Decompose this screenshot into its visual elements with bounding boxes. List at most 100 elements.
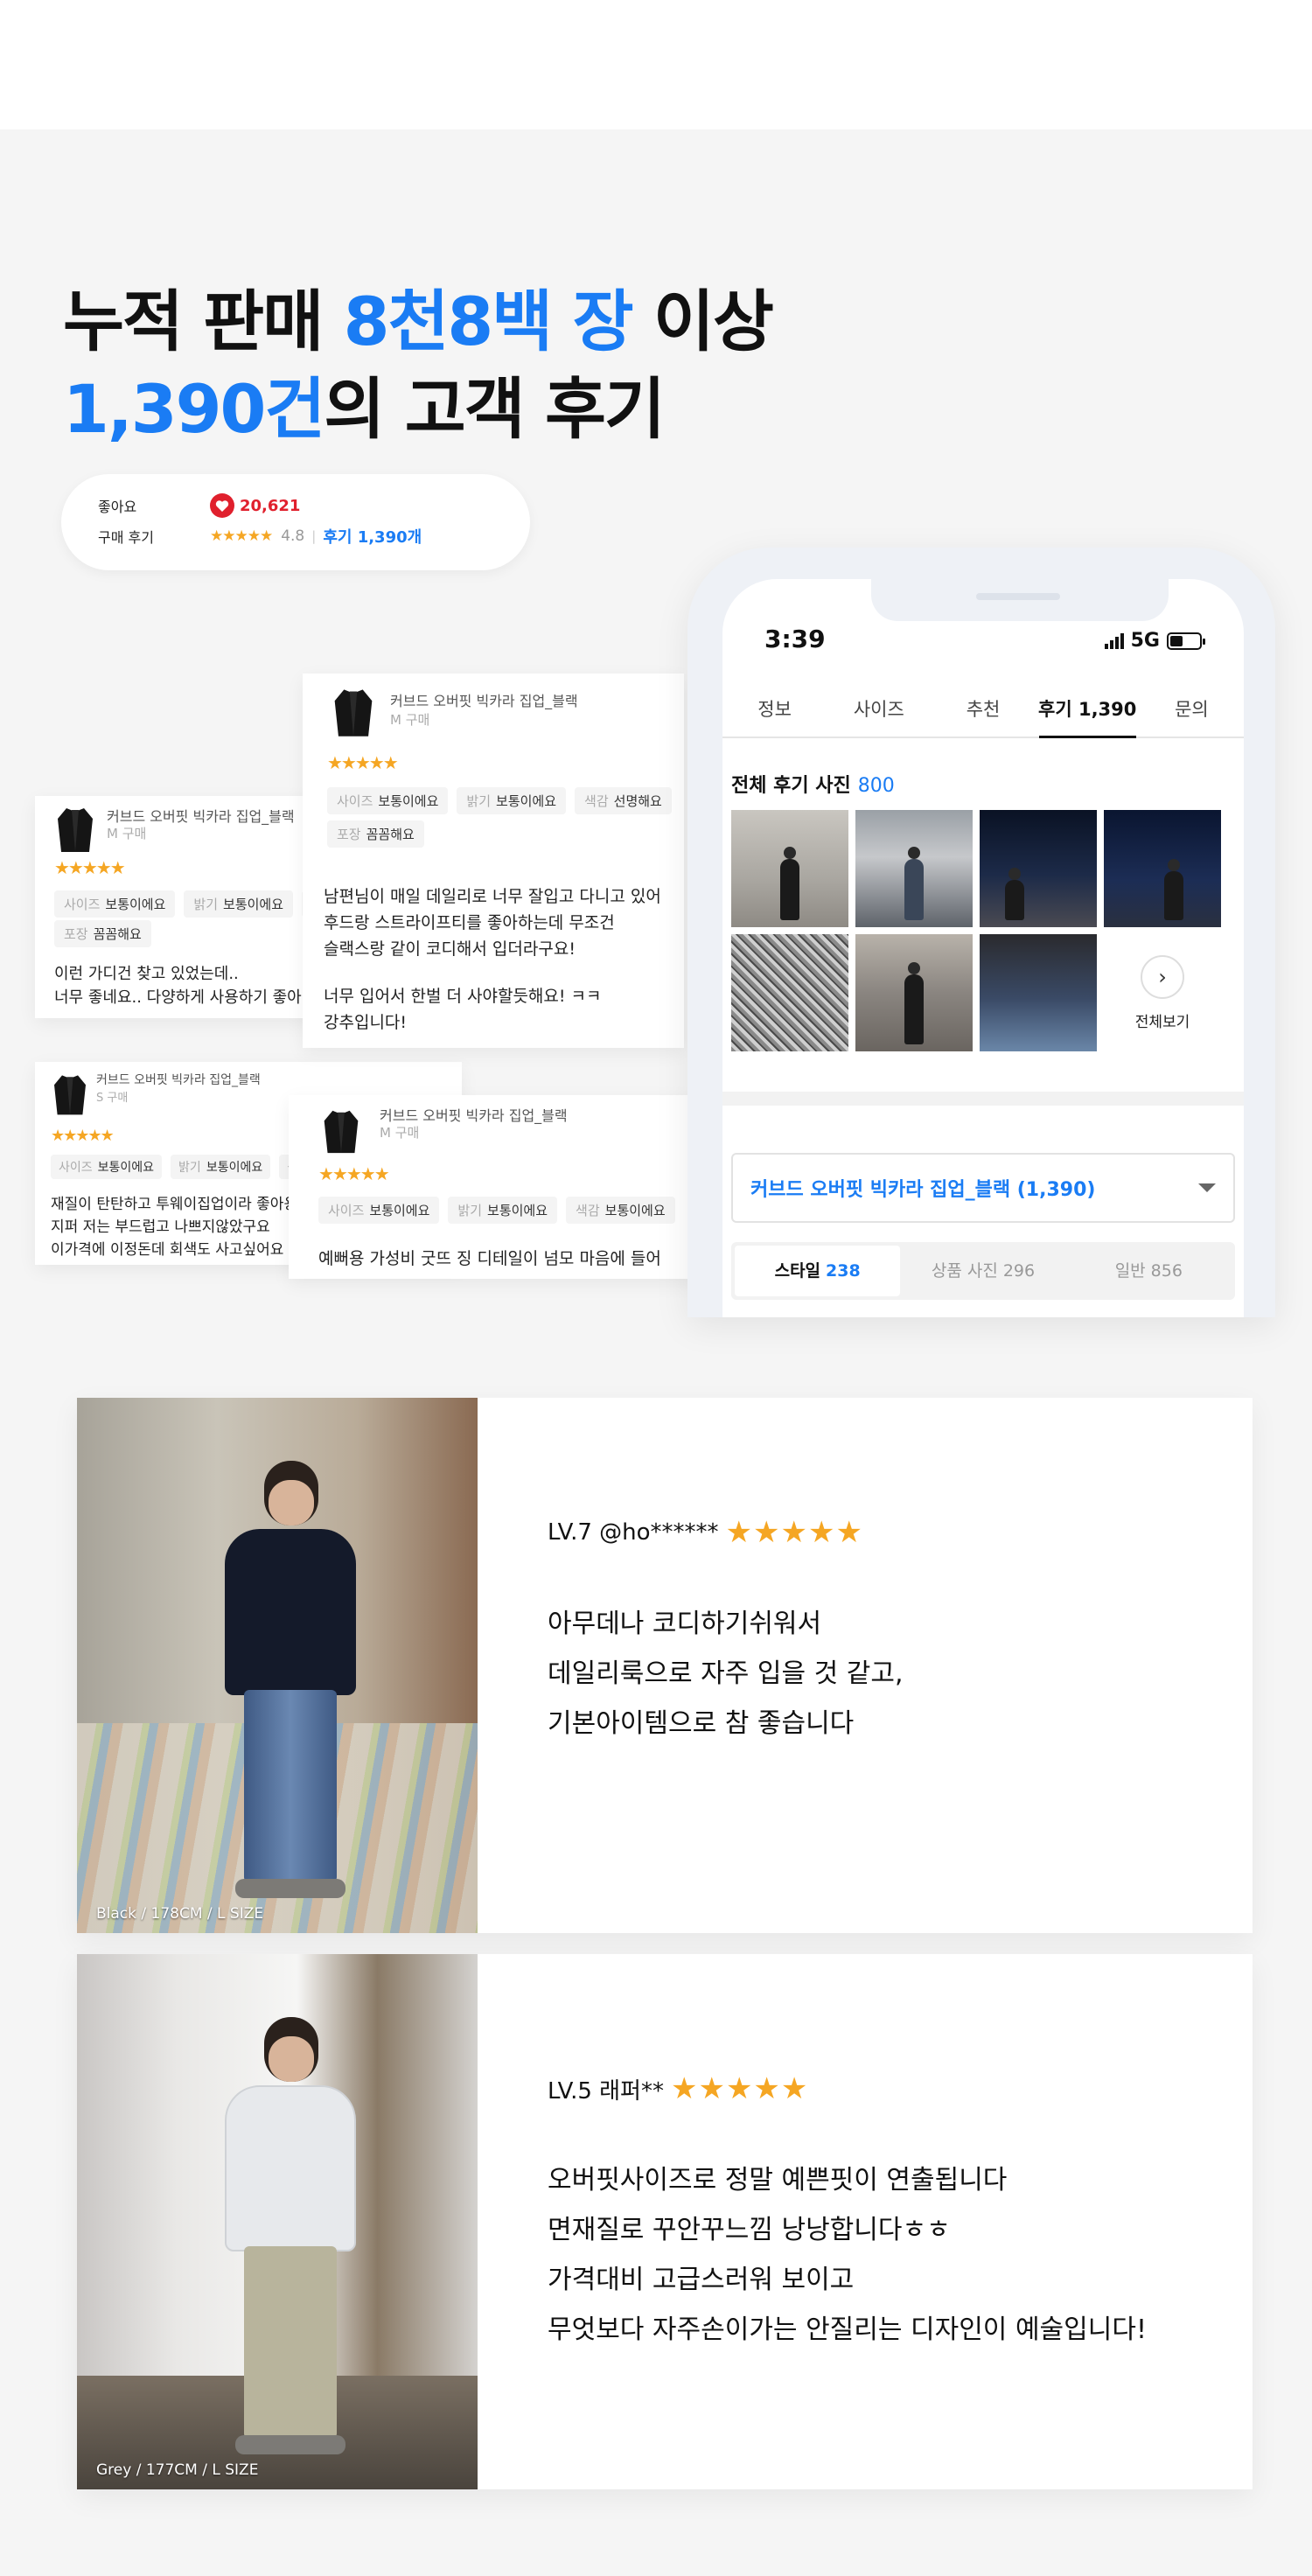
person-face [269, 1480, 314, 1525]
featured-review: Grey / 177CM / L SIZE LV.5 래퍼** ★★★★★ 오버… [77, 1954, 1253, 2489]
card-review-text: 남편님이 매일 데일리로 너무 잘입고 다니고 있어 후드랑 스트라이프티를 좋… [324, 883, 661, 1036]
tag: 사이즈 보통이에요 [54, 890, 176, 918]
card-review-line: 예뻐용 가성비 굿뜨 징 디테일이 넘모 마음에 들어 [318, 1249, 661, 1268]
person-jacket [225, 2085, 356, 2251]
review-line: 아무데나 코디하기쉬워서 [548, 1609, 822, 1639]
card-tags: 사이즈 보통이에요 밝기 보통이에요 색감 선명해요 [327, 787, 672, 814]
phone-mockup: 3:39 5G 정보 사이즈 추천 후기 1,390 문의 전체 후기 사진 80… [687, 548, 1275, 1317]
tag-value: 선명해요 [613, 793, 662, 809]
card-product-name: 커브드 오버핏 빅카라 집업_블랙 [390, 693, 578, 709]
card-product-name: 커브드 오버핏 빅카라 집업_블랙 [96, 1073, 261, 1087]
tab-inquiry[interactable]: 문의 [1140, 684, 1244, 736]
review-photo[interactable] [980, 810, 1097, 927]
tag-value: 보통이에요 [487, 1203, 548, 1218]
tag-key: 밝기 [466, 793, 492, 809]
tag-key: 밝기 [193, 897, 219, 912]
headline-text: 이상 [632, 283, 774, 360]
review-photo[interactable] [1104, 810, 1221, 927]
battery-icon [1167, 632, 1205, 650]
card-review-line: 이가격에 이정돈데 회색도 사고싶어요 [51, 1241, 284, 1259]
tab-reviews[interactable]: 후기 1,390 [1036, 684, 1140, 738]
card-variant: M 구매 [380, 1125, 420, 1141]
tab-info[interactable]: 정보 [722, 684, 827, 736]
heart-icon[interactable] [210, 493, 234, 518]
headline-text: 의 고객 후기 [324, 370, 666, 448]
tab-size[interactable]: 사이즈 [827, 684, 931, 736]
review-body: 오버핏사이즈로 정말 예쁜핏이 연출됩니다 면재질로 꾸안꾸느낌 낭낭합니다ㅎㅎ… [548, 2155, 1147, 2355]
review-line: 데일리룩으로 자주 입을 것 같고, [548, 1658, 904, 1689]
review-photo[interactable] [855, 810, 973, 927]
reviews-link[interactable]: 후기 1,390개 [323, 525, 422, 548]
card-tags: 포장 꼼꼼해요 [54, 920, 151, 947]
tag-key: 색감 [576, 1203, 600, 1218]
tag: 사이즈 보통이에요 [318, 1197, 440, 1224]
subtab-general[interactable]: 일반 856 [1066, 1246, 1232, 1296]
tag-value: 보통이에요 [496, 793, 557, 809]
tag: 밝기 보통이에요 [457, 787, 567, 814]
tag-value: 보통이에요 [604, 1203, 666, 1218]
review-photos-count: 800 [857, 775, 895, 797]
card-stars: ★★★★★ [327, 752, 399, 773]
review-photos-label: 전체 후기 사진 [731, 775, 851, 797]
card-review-spacer [324, 962, 661, 983]
section-divider [722, 1092, 1244, 1106]
rating-value: 4.8 [281, 527, 305, 545]
subtab-label: 상품 사진 [931, 1261, 998, 1281]
tag-key: 색감 [584, 793, 609, 809]
review-card: 커브드 오버핏 빅카라 집업_블랙 M 구매 ★★★★★ 사이즈 보통이에요 밝기… [303, 674, 684, 1048]
person-figure [1005, 868, 1025, 920]
jacket-thumbnail-icon [54, 803, 96, 855]
card-review-line: 슬랙스랑 같이 코디해서 입더라구요! [324, 939, 576, 959]
status-indicators: 5G [1104, 630, 1205, 652]
likes-count: 20,621 [240, 496, 301, 515]
review-photo[interactable] [731, 810, 848, 927]
card-review-line: 강추입니다! [324, 1013, 408, 1032]
review-photo[interactable] [855, 934, 973, 1051]
card-tags: 사이즈보통이에요 밝기보통이에요 색감 [51, 1155, 323, 1179]
card-stars: ★★★★★ [54, 857, 126, 878]
chevron-right-icon: › [1141, 954, 1184, 999]
person-figure [1164, 859, 1184, 920]
page-headline: 누적 판매 8천8백 장 이상 1,390건의 고객 후기 [63, 278, 774, 453]
rating-stars: ★★★★★ [210, 527, 273, 545]
headline-reviews-highlight: 1,390건 [63, 370, 325, 448]
card-review-line: 지퍼 저는 부드럽고 나쁘지않았구요 [51, 1218, 270, 1236]
photo-caption: Grey / 177CM / L SIZE [96, 2461, 259, 2479]
card-review-line: 남편님이 매일 데일리로 너무 잘입고 다니고 있어 [324, 887, 661, 906]
view-all-photos-button[interactable]: › 전체보기 [1104, 934, 1221, 1051]
person-jacket [225, 1529, 356, 1695]
tag: 밝기 보통이에요 [184, 890, 294, 918]
tab-recommend[interactable]: 추천 [931, 684, 1035, 736]
person-figure [780, 847, 799, 920]
person-figure [904, 847, 924, 920]
person-figure [225, 1461, 356, 1898]
review-line: 기본아이템으로 참 좋습니다 [548, 1708, 855, 1739]
tag-key: 사이즈 [59, 1161, 93, 1175]
jacket-thumbnail-icon [331, 684, 376, 740]
review-photo[interactable] [980, 934, 1097, 1051]
tag-value: 보통이에요 [223, 897, 284, 912]
subtab-product-photos[interactable]: 상품 사진 296 [900, 1246, 1065, 1296]
tag: 포장 꼼꼼해요 [327, 820, 424, 848]
card-stars: ★★★★★ [318, 1163, 390, 1184]
review-photo[interactable] [731, 934, 848, 1051]
card-variant: S 구매 [96, 1092, 129, 1105]
tag-value: 보통이에요 [369, 1203, 430, 1218]
tag: 밝기 보통이에요 [171, 1155, 271, 1179]
card-review-line: 재질이 탄탄하고 투웨이집업이라 좋아용 [51, 1196, 298, 1213]
subtab-count: 856 [1150, 1261, 1183, 1281]
signal-icon [1104, 632, 1124, 649]
jacket-thumbnail-icon [51, 1071, 89, 1118]
person-shoes [235, 2435, 345, 2454]
review-meta: LV.5 래퍼** ★★★★★ [548, 2071, 808, 2106]
card-product-name: 커브드 오버핏 빅카라 집업_블랙 [107, 808, 295, 825]
headline-text: 누적 판매 [63, 283, 344, 360]
product-select-dropdown[interactable]: 커브드 오버핏 빅카라 집업_블랙 (1,390) [731, 1153, 1235, 1223]
subtab-label: 스타일 [774, 1261, 821, 1281]
subtab-style[interactable]: 스타일 238 [735, 1246, 901, 1296]
review-line: 오버핏사이즈로 정말 예쁜핏이 연출됩니다 [548, 2165, 1008, 2196]
card-review-text: 재질이 탄탄하고 투웨이집업이라 좋아용 지퍼 저는 부드럽고 나쁘지않았구요 … [51, 1193, 297, 1261]
view-all-label: 전체보기 [1134, 1013, 1190, 1031]
status-time: 3:39 [764, 625, 826, 653]
tag-value: 보통이에요 [105, 897, 166, 912]
